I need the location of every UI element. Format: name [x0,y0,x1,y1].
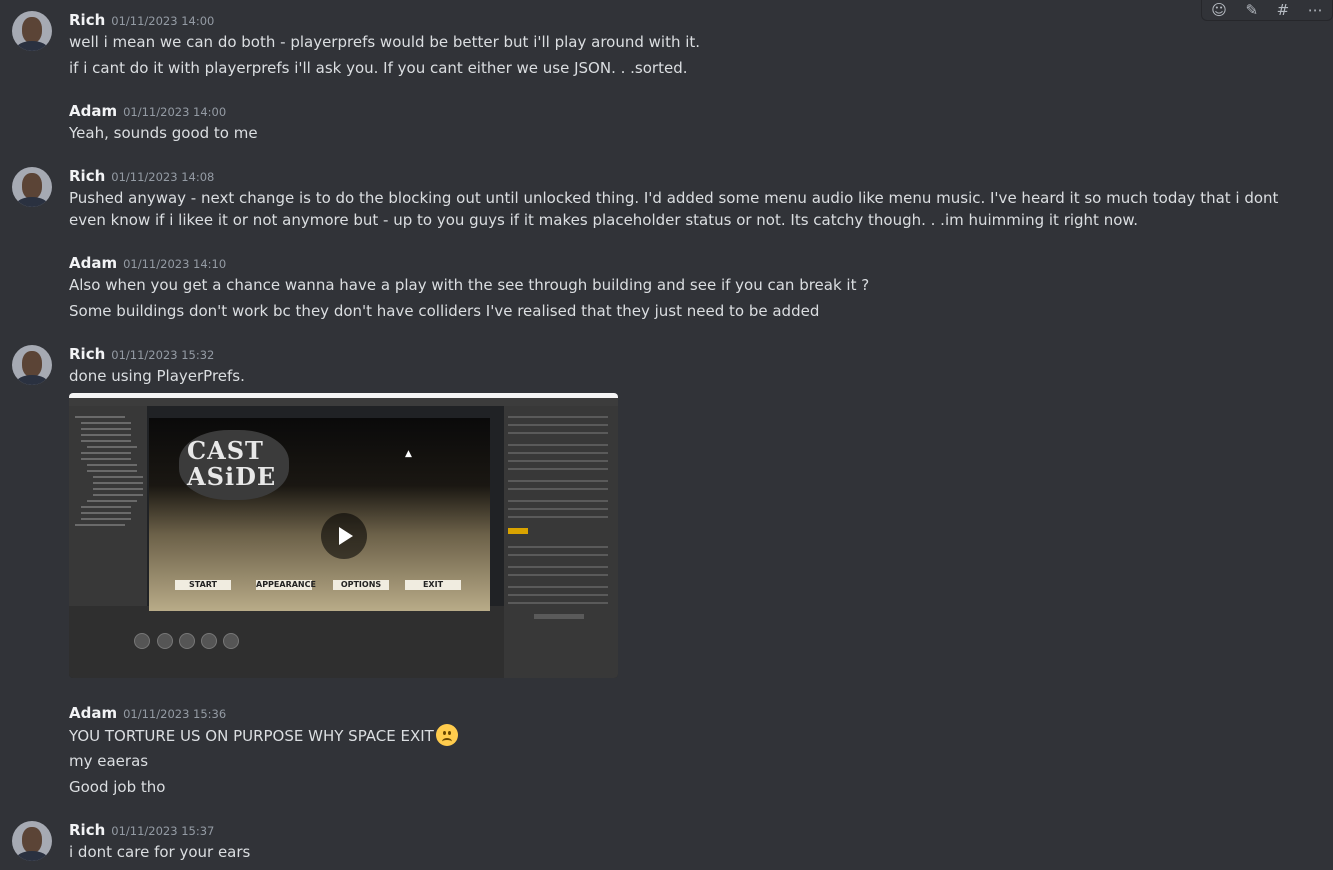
start-button: START [175,580,231,590]
message-text: Some buildings don't work bc they don't … [69,302,820,320]
avatar[interactable] [12,821,52,861]
message-text: Also when you get a chance wanna have a … [69,276,870,294]
options-button: OPTIONS [333,580,389,590]
exit-button: EXIT [405,580,461,590]
frowning-face-emoji [435,724,458,746]
game-view: CAST ASiDE START APPEARANCE OPTIONS EXIT… [149,418,490,611]
cursor-icon: ▲ [405,449,412,459]
message-header: Adam 01/11/2023 14:10 [69,253,226,272]
asset-thumbnail [201,633,217,649]
timestamp: 01/11/2023 14:00 [111,14,215,28]
timestamp: 01/11/2023 15:32 [111,348,215,362]
edit-icon[interactable]: ✎ [1245,1,1258,19]
video-attachment[interactable]: CAST ASiDE START APPEARANCE OPTIONS EXIT… [69,393,618,678]
editor-inspector-panel [504,406,618,678]
asset-thumbnail [134,633,150,649]
message-text: if i cant do it with playerprefs i'll as… [69,59,688,77]
message-text: well i mean we can do both - playerprefs… [69,33,701,51]
more-icon[interactable]: ⋯ [1308,1,1323,19]
asset-thumbnail [179,633,195,649]
author-name[interactable]: Rich [69,11,105,29]
timestamp: 01/11/2023 15:37 [111,824,215,838]
timestamp: 01/11/2023 14:08 [111,170,215,184]
game-logo: CAST ASiDE [187,438,276,490]
play-icon[interactable] [321,513,367,559]
message-header: Rich 01/11/2023 15:37 [69,820,214,839]
author-name[interactable]: Rich [69,345,105,363]
message-text: done using PlayerPrefs. [69,367,245,385]
message-header: Adam 01/11/2023 14:00 [69,101,226,120]
message-header: Rich 01/11/2023 14:00 [69,10,214,29]
message-text: Yeah, sounds good to me [69,124,258,142]
add-reaction-icon[interactable]: ☺ [1211,1,1227,19]
avatar[interactable] [12,11,52,51]
create-thread-icon[interactable]: # [1277,1,1290,19]
logo-line: ASiDE [187,462,277,491]
asset-thumbnail [223,633,239,649]
message-text: YOU TORTURE US ON PURPOSE WHY SPACE EXIT [69,727,434,745]
message-text: Good job tho [69,778,166,796]
author-name[interactable]: Adam [69,704,117,722]
timestamp: 01/11/2023 15:36 [123,707,227,721]
avatar[interactable] [12,167,52,207]
timestamp: 01/11/2023 14:10 [123,257,227,271]
message-text: Pushed anyway - next change is to do the… [69,189,1279,229]
message-text: i dont care for your ears [69,843,251,861]
message-actions-toolbar: ☺ ✎ # ⋯ [1201,0,1333,21]
logo-line: CAST [187,436,264,465]
message-line: YOU TORTURE US ON PURPOSE WHY SPACE EXIT [69,724,458,746]
author-name[interactable]: Adam [69,102,117,120]
message-header: Rich 01/11/2023 15:32 [69,344,214,363]
avatar[interactable] [12,345,52,385]
message-header: Rich 01/11/2023 14:08 [69,166,214,185]
author-name[interactable]: Rich [69,167,105,185]
editor-hierarchy-panel [69,406,147,606]
author-name[interactable]: Adam [69,254,117,272]
editor-toolbar [69,398,618,406]
timestamp: 01/11/2023 14:00 [123,105,227,119]
asset-thumbnail [157,633,173,649]
author-name[interactable]: Rich [69,821,105,839]
appearance-button: APPEARANCE [256,580,316,590]
message-header: Adam 01/11/2023 15:36 [69,703,226,722]
message-text: my eaeras [69,752,149,770]
